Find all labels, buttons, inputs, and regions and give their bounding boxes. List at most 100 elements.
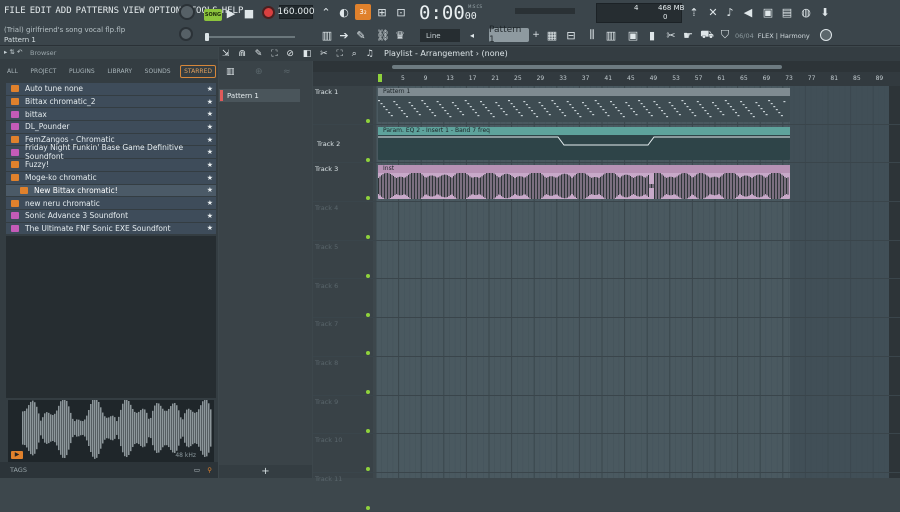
browser-item[interactable]: new neru chromatic ★ xyxy=(6,197,216,210)
track-mute-icon[interactable] xyxy=(366,467,370,472)
star-icon[interactable]: ★ xyxy=(207,161,213,169)
playlist-clip[interactable]: Param. EQ 2 - Insert 1 - Band 7 freq xyxy=(378,126,790,161)
touch-icon[interactable]: ☛ xyxy=(681,28,695,42)
master-slider-handle[interactable] xyxy=(205,33,209,41)
track-mute-icon[interactable] xyxy=(366,273,370,278)
menu-view[interactable]: VIEW xyxy=(123,6,145,16)
cart-icon[interactable]: ⛟ xyxy=(700,28,714,42)
tools-icon[interactable]: ▤ xyxy=(779,4,795,20)
draw-icon[interactable]: ✎ xyxy=(354,28,368,42)
tab-sounds[interactable]: SOUNDS xyxy=(142,66,174,77)
tab-project[interactable]: PROJECT xyxy=(27,66,59,77)
browser-item[interactable]: Moge-ko chromatic ★ xyxy=(6,171,216,185)
playlist-clip[interactable]: Pattern 1 xyxy=(378,88,790,122)
track-name[interactable]: Track 3 xyxy=(315,165,338,173)
plugin-picker-icon[interactable]: ▮ xyxy=(645,28,659,42)
prev-pattern-icon[interactable]: ◂ xyxy=(466,28,478,42)
piano-small-icon[interactable]: ▥ xyxy=(226,67,235,77)
track-mute-icon[interactable] xyxy=(366,235,370,240)
master-pitch-knob[interactable] xyxy=(179,27,193,41)
pattern-selector[interactable]: Pattern 1 xyxy=(489,25,529,45)
track-mute-icon[interactable] xyxy=(366,157,370,162)
metronome-icon[interactable]: ⌃ xyxy=(318,4,334,20)
snap-select[interactable]: Line xyxy=(420,29,460,42)
star-icon[interactable]: ★ xyxy=(207,224,213,232)
audio-tool-icon[interactable]: ≈ xyxy=(283,67,291,77)
chat-icon[interactable]: ◍ xyxy=(798,4,814,20)
arrow-right-icon[interactable]: ➔ xyxy=(337,28,351,42)
speaker-icon[interactable]: ◀ xyxy=(740,4,756,20)
track-mute-icon[interactable] xyxy=(366,506,370,510)
track-mute-icon[interactable] xyxy=(366,312,370,317)
stamp-icon[interactable]: ♛ xyxy=(393,28,407,42)
blend-notes-icon[interactable]: ⊞ xyxy=(374,4,390,20)
browser-item[interactable]: Friday Night Funkin' Base Game Definitiv… xyxy=(6,143,216,161)
stop-icon[interactable]: ■ xyxy=(242,6,256,20)
wait-record-icon[interactable]: ◐ xyxy=(336,4,352,20)
add-pattern-icon[interactable]: + xyxy=(531,28,541,42)
link-icon[interactable]: ⛓ xyxy=(376,28,390,42)
star-icon[interactable]: ★ xyxy=(207,98,213,106)
playlist-clip[interactable]: Inst xyxy=(378,165,790,200)
add-pattern-button[interactable]: + xyxy=(219,465,312,478)
mixer-icon[interactable]: ⫼ xyxy=(585,28,599,42)
playlist-icon[interactable]: ▦ xyxy=(545,28,559,42)
track-name[interactable]: Track 7 xyxy=(315,320,338,328)
timeline-ruler[interactable]: 5 9 13 17 21 25 29 33 37 41 45 49 53 57 61 65 69 73 77 81 85… xyxy=(313,72,900,86)
horizontal-scrollbar[interactable] xyxy=(392,65,782,69)
track-name[interactable]: Track 10 xyxy=(315,436,342,444)
star-icon[interactable]: ★ xyxy=(207,212,213,220)
piano-icon[interactable]: ▥ xyxy=(318,28,336,42)
browser-item[interactable]: DL_Pounder ★ xyxy=(6,121,216,134)
song-position-slider[interactable] xyxy=(515,8,575,14)
star-icon[interactable]: ★ xyxy=(207,174,213,182)
track-name[interactable]: Track 1 xyxy=(315,88,338,96)
record-button[interactable] xyxy=(262,6,275,19)
play-icon[interactable]: ▶ xyxy=(224,6,238,20)
star-icon[interactable]: ★ xyxy=(207,110,213,118)
menu-file[interactable]: FILE xyxy=(4,6,26,16)
online-icon[interactable]: ⇡ xyxy=(686,4,702,20)
folder-icon[interactable]: ▭ xyxy=(194,466,200,474)
browser-item[interactable]: Sonic Advance 3 Soundfont ★ xyxy=(6,209,216,223)
browser-arrows-icon[interactable]: ▸ ⇅ ↶ xyxy=(4,48,22,56)
channel-rack-icon[interactable]: ⊟ xyxy=(564,28,578,42)
track-name[interactable]: Track 8 xyxy=(315,359,338,367)
search-icon[interactable]: ⚲ xyxy=(207,466,212,474)
star-icon[interactable]: ★ xyxy=(207,186,213,194)
download-icon[interactable]: ⬇ xyxy=(817,4,833,20)
star-icon[interactable]: ★ xyxy=(207,148,213,156)
tags-label[interactable]: TAGS xyxy=(10,466,27,474)
star-icon[interactable]: ★ xyxy=(207,85,213,93)
save-icon[interactable]: ▣ xyxy=(760,4,776,20)
sample-preview[interactable]: ▶ 48 kHz xyxy=(8,397,214,462)
track-mute-icon[interactable] xyxy=(366,196,370,201)
track-name[interactable]: Track 11 xyxy=(315,475,342,483)
close-x-icon[interactable]: ✕ xyxy=(705,4,721,20)
playlist-tools-icon[interactable]: ⇲ ⋒ ✎ ⛶ ⊘ ◧ ✂ ⛶ ⌕ ♫ xyxy=(222,49,377,59)
browser-item[interactable]: Bittax chromatic_2 ★ xyxy=(6,95,216,109)
master-slider[interactable] xyxy=(205,36,295,38)
playhead-marker[interactable] xyxy=(378,74,382,82)
star-icon[interactable]: ★ xyxy=(207,199,213,207)
tab-plugins[interactable]: PLUGINS xyxy=(66,66,98,77)
piano-roll-icon[interactable]: ▥ xyxy=(604,28,618,42)
track-name[interactable]: Track 4 xyxy=(315,204,338,212)
countdown-icon[interactable]: 3₂ xyxy=(355,4,371,20)
master-volume-knob[interactable] xyxy=(179,4,195,20)
track-name[interactable]: Track 6 xyxy=(315,282,338,290)
track-name[interactable]: Track 9 xyxy=(315,398,338,406)
star-icon[interactable]: ★ xyxy=(207,123,213,131)
browser-item[interactable]: The Ultimate FNF Sonic EXE Soundfont ★ xyxy=(6,222,216,236)
browser-item[interactable]: New Bittax chromatic! ★ xyxy=(6,184,216,198)
menu-edit[interactable]: EDIT xyxy=(30,6,52,16)
loop-record-icon[interactable]: ⊡ xyxy=(393,4,409,20)
song-mode-button[interactable]: SONG xyxy=(204,9,222,21)
tab-starred[interactable]: STARRED xyxy=(180,64,216,78)
tempo-display[interactable]: 160.000 xyxy=(277,5,315,19)
mic-icon[interactable]: ♪ xyxy=(722,4,738,20)
browser-item[interactable]: Fuzzy! ★ xyxy=(6,159,216,172)
menu-add[interactable]: ADD xyxy=(55,6,71,16)
shop-icon[interactable]: ⛉ xyxy=(718,28,732,42)
track-name[interactable]: Track 2 xyxy=(317,140,340,148)
